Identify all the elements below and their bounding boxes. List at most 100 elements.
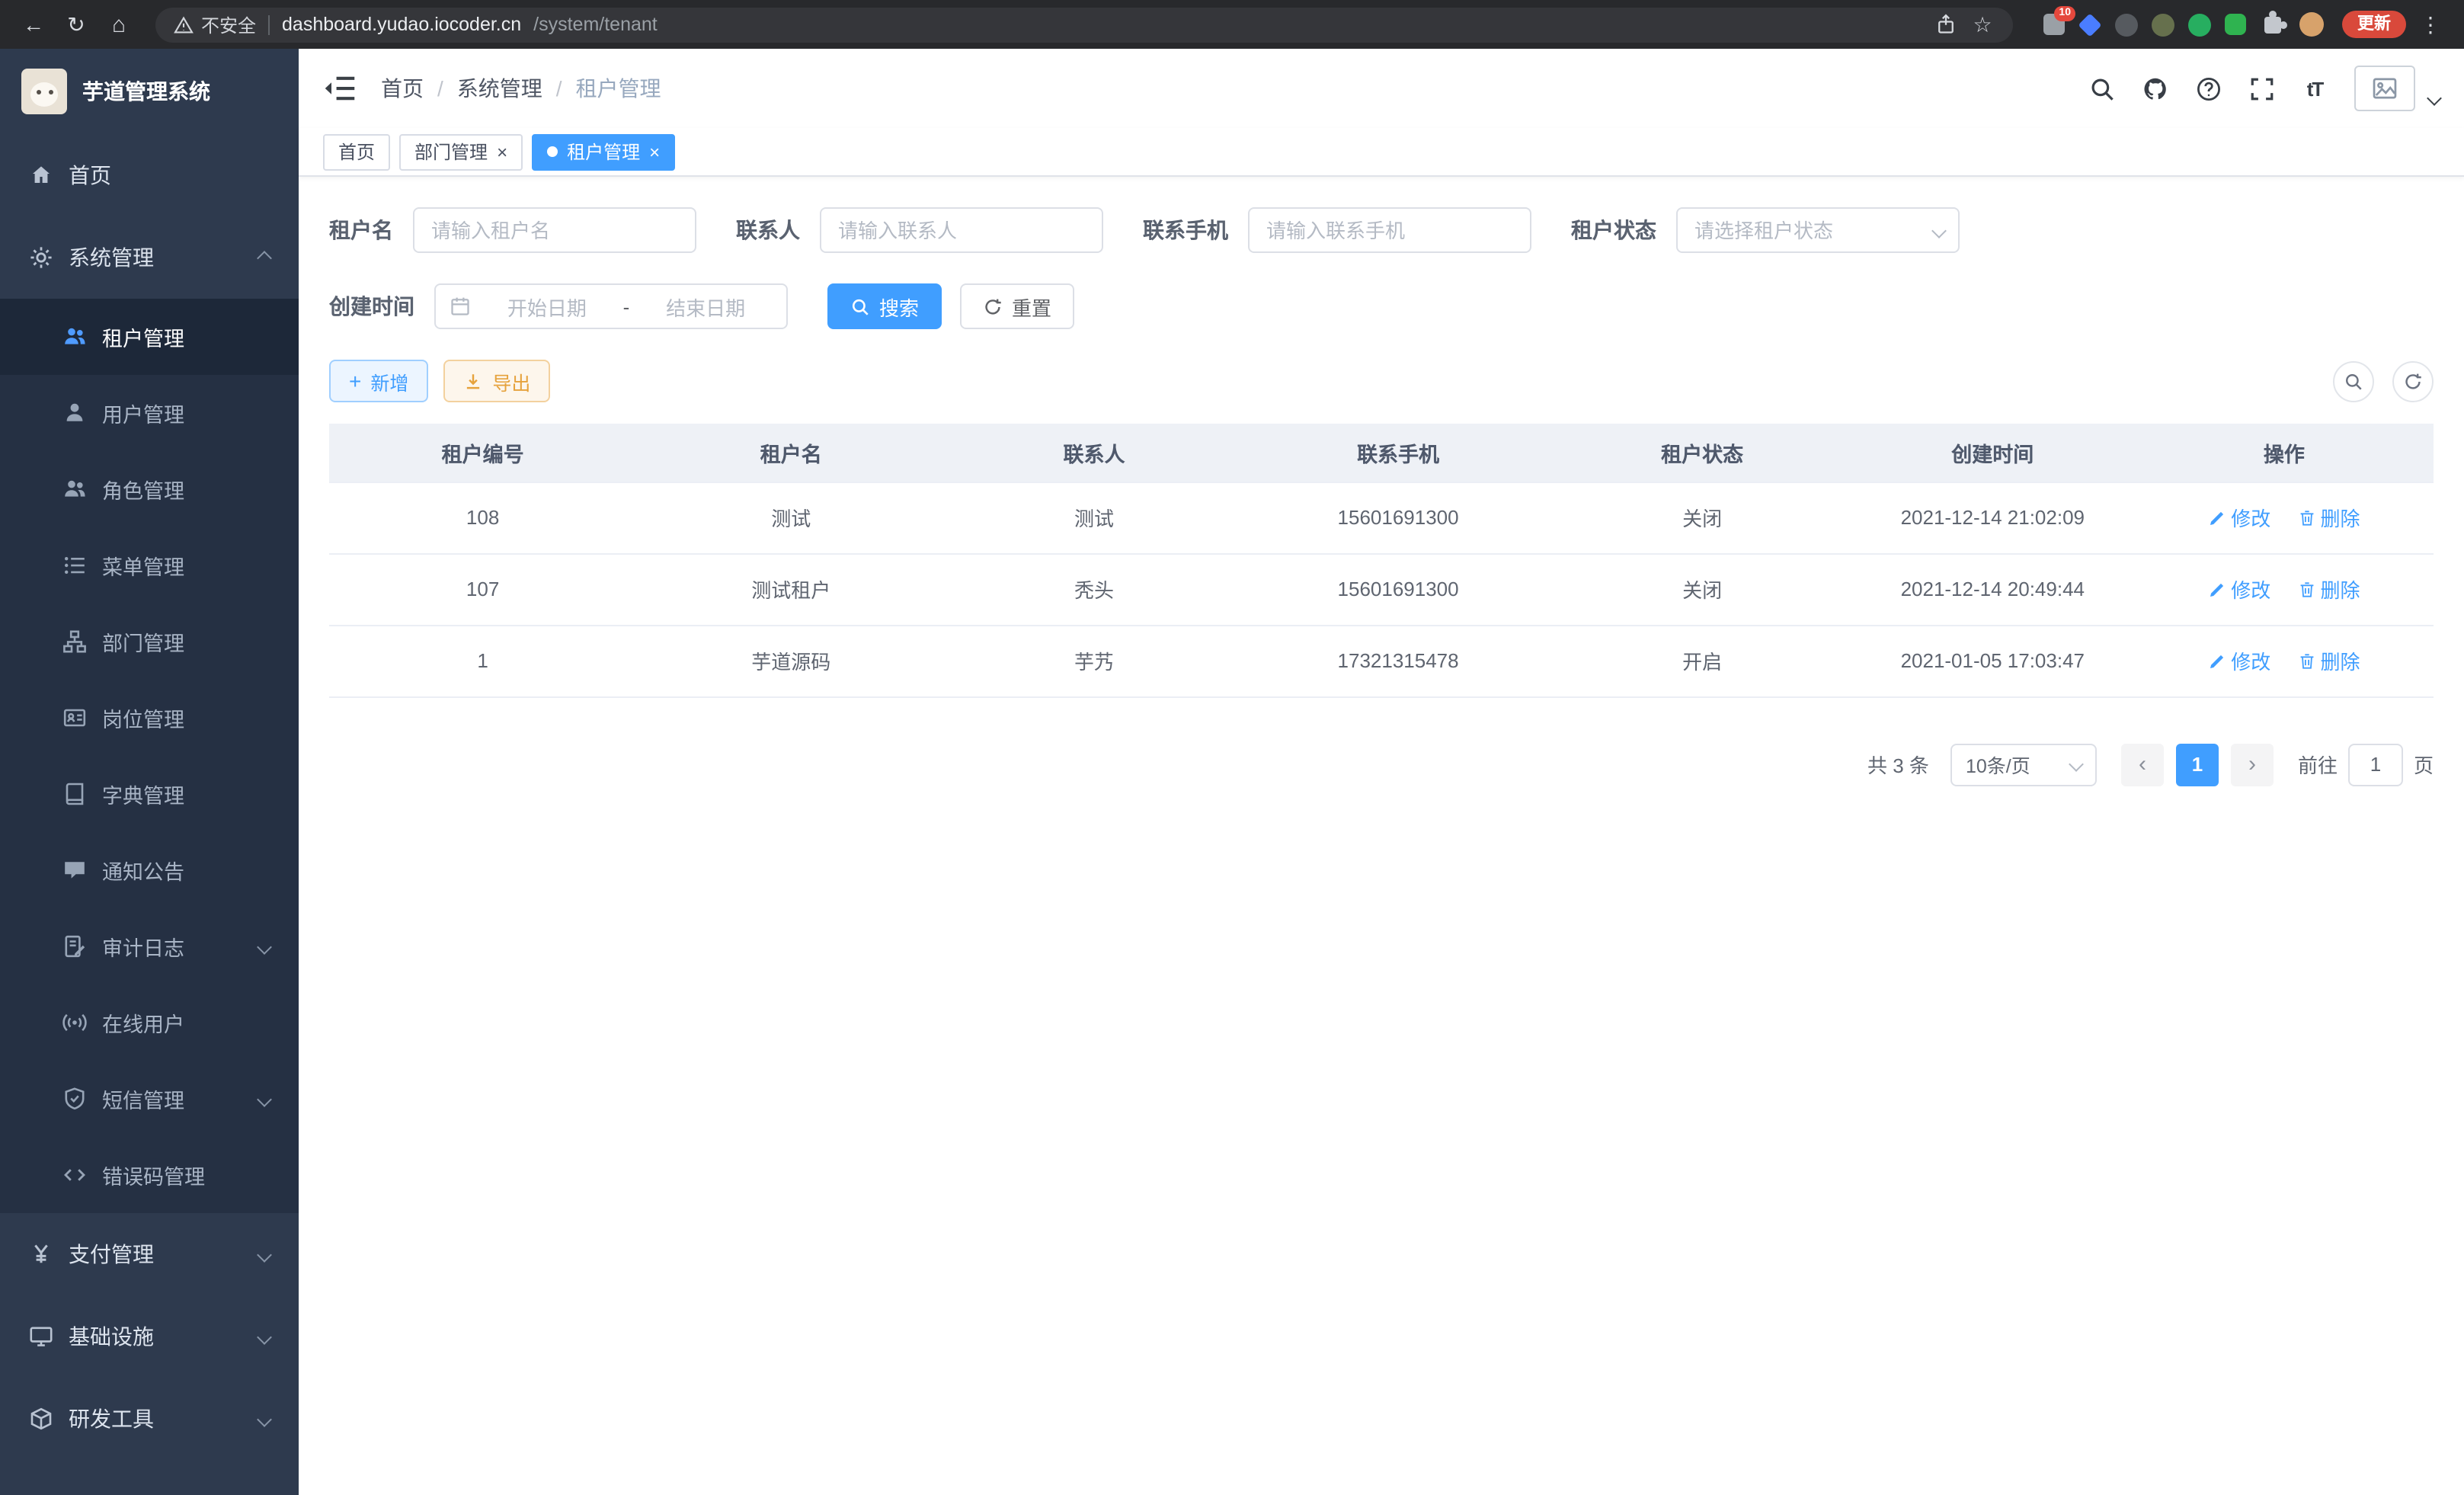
error-code-icon <box>62 1163 87 1187</box>
edit-icon <box>2208 580 2226 598</box>
delete-button[interactable]: 删除 <box>2297 646 2360 675</box>
export-button[interactable]: 导出 <box>443 360 550 402</box>
sidebar-item-department[interactable]: 部门管理 <box>0 603 299 680</box>
col-created: 创建时间 <box>1851 424 2135 482</box>
goto-page-input[interactable] <box>2348 743 2403 786</box>
extensions-puzzle-icon[interactable] <box>2264 16 2281 33</box>
sidebar-item-dictionary[interactable]: 字典管理 <box>0 756 299 832</box>
pagination: 共 3 条 10条/页 1 前往 页 <box>329 743 2434 816</box>
browser-profile-avatar[interactable] <box>2299 12 2324 37</box>
page-size-select[interactable]: 10条/页 <box>1950 743 2097 786</box>
status-label: 租户状态 <box>1571 215 1656 245</box>
page-1-button[interactable]: 1 <box>2176 743 2219 786</box>
edit-button[interactable]: 修改 <box>2208 575 2270 603</box>
tab-department[interactable]: 部门管理 <box>399 133 523 170</box>
sidebar-group-infrastructure[interactable]: 基础设施 <box>0 1295 299 1378</box>
sidebar-item-online-user[interactable]: 在线用户 <box>0 984 299 1061</box>
sidebar-group-system[interactable]: 系统管理 <box>0 216 299 299</box>
app-title: 芋道管理系统 <box>82 76 210 107</box>
font-size-icon[interactable] <box>2301 75 2328 102</box>
mobile-input[interactable] <box>1248 207 1531 253</box>
table-refresh-icon[interactable] <box>2392 360 2434 402</box>
sidebar-item-user[interactable]: 用户管理 <box>0 375 299 451</box>
edit-button[interactable]: 修改 <box>2208 646 2270 675</box>
contact-input[interactable] <box>820 207 1103 253</box>
site-security-indicator[interactable]: 不安全 <box>174 11 256 37</box>
browser-back-icon[interactable] <box>15 6 52 43</box>
extension-icon[interactable] <box>2225 14 2246 35</box>
payment-icon <box>29 1242 53 1266</box>
broken-image-icon <box>2371 75 2398 102</box>
browser-menu-icon[interactable] <box>2412 6 2449 43</box>
tenant-name-input[interactable] <box>413 207 696 253</box>
sidebar-item-notice[interactable]: 通知公告 <box>0 832 299 908</box>
app-logo[interactable]: 芋道管理系统 <box>0 49 299 134</box>
chevron-down-icon <box>257 1091 272 1106</box>
table-search-toggle-icon[interactable] <box>2333 360 2374 402</box>
extension-icon[interactable] <box>2115 13 2138 36</box>
extensions-area: 10 <box>2043 12 2324 37</box>
delete-button[interactable]: 删除 <box>2297 575 2360 603</box>
search-button[interactable]: 搜索 <box>827 283 942 329</box>
user-avatar[interactable] <box>2354 66 2415 111</box>
share-icon[interactable] <box>1934 12 1958 37</box>
notice-icon <box>62 858 87 882</box>
audit-log-icon <box>62 934 87 959</box>
mobile-label: 联系手机 <box>1143 215 1228 245</box>
next-page-button[interactable] <box>2231 743 2274 786</box>
tags-view-bar: 首页 部门管理 租户管理 <box>299 128 2464 177</box>
sidebar-group-devtools[interactable]: 研发工具 <box>0 1378 299 1460</box>
sidebar-item-error-code[interactable]: 错误码管理 <box>0 1137 299 1213</box>
extension-icon[interactable] <box>2152 13 2174 36</box>
sidebar-item-home[interactable]: 首页 <box>0 134 299 216</box>
bookmark-star-icon[interactable] <box>1970 12 1995 37</box>
post-icon <box>62 706 87 730</box>
menu-list-icon <box>62 553 87 578</box>
breadcrumb: 首页 / 系统管理 / 租户管理 <box>381 73 661 104</box>
sidebar-item-role[interactable]: 角色管理 <box>0 451 299 527</box>
sidebar-item-menu[interactable]: 菜单管理 <box>0 527 299 603</box>
fullscreen-icon[interactable] <box>2248 75 2275 102</box>
sidebar-group-sms[interactable]: 短信管理 <box>0 1061 299 1137</box>
sidebar-item-post[interactable]: 岗位管理 <box>0 680 299 756</box>
url-host: dashboard.yudao.iocoder.cn <box>282 14 521 35</box>
extension-icon[interactable] <box>2078 12 2101 36</box>
close-icon[interactable] <box>649 141 660 162</box>
goto-label: 前往 <box>2298 750 2338 779</box>
search-icon <box>850 296 870 316</box>
extension-icon[interactable]: 10 <box>2043 14 2065 35</box>
create-time-range-picker[interactable]: 开始日期 - 结束日期 <box>434 283 788 329</box>
user-menu-caret-icon[interactable] <box>2427 90 2442 105</box>
sidebar-group-payment[interactable]: 支付管理 <box>0 1213 299 1295</box>
close-icon[interactable] <box>497 141 507 162</box>
status-select[interactable] <box>1676 207 1960 253</box>
user-icon <box>62 401 87 425</box>
tab-tenant[interactable]: 租户管理 <box>532 133 675 170</box>
tab-home[interactable]: 首页 <box>323 133 390 170</box>
browser-chrome: 不安全 dashboard.yudao.iocoder.cn /system/t… <box>0 0 2464 49</box>
sidebar-group-audit-log[interactable]: 审计日志 <box>0 908 299 984</box>
reset-button[interactable]: 重置 <box>960 283 1074 329</box>
chrome-update-button[interactable]: 更新 <box>2342 11 2406 38</box>
sidebar-collapse-icon[interactable] <box>323 72 357 105</box>
github-icon[interactable] <box>2141 75 2168 102</box>
tenant-icon <box>62 325 87 349</box>
add-button[interactable]: 新增 <box>329 360 428 402</box>
sidebar-item-tenant[interactable]: 租户管理 <box>0 299 299 375</box>
edit-button[interactable]: 修改 <box>2208 503 2270 532</box>
address-bar[interactable]: 不安全 dashboard.yudao.iocoder.cn /system/t… <box>155 7 2013 42</box>
plus-icon <box>349 370 361 392</box>
prev-page-button[interactable] <box>2121 743 2164 786</box>
help-icon[interactable] <box>2194 75 2222 102</box>
breadcrumb-home[interactable]: 首页 <box>381 73 424 104</box>
browser-home-icon[interactable] <box>101 6 137 43</box>
extension-icon[interactable] <box>2188 13 2211 36</box>
breadcrumb-system[interactable]: 系统管理 <box>457 73 542 104</box>
delete-button[interactable]: 删除 <box>2297 503 2360 532</box>
search-icon[interactable] <box>2088 75 2115 102</box>
online-user-icon <box>62 1010 87 1035</box>
browser-reload-icon[interactable] <box>58 6 94 43</box>
page-unit-label: 页 <box>2414 750 2434 779</box>
pagination-total: 共 3 条 <box>1867 750 1929 779</box>
col-status: 租户状态 <box>1554 424 1850 482</box>
